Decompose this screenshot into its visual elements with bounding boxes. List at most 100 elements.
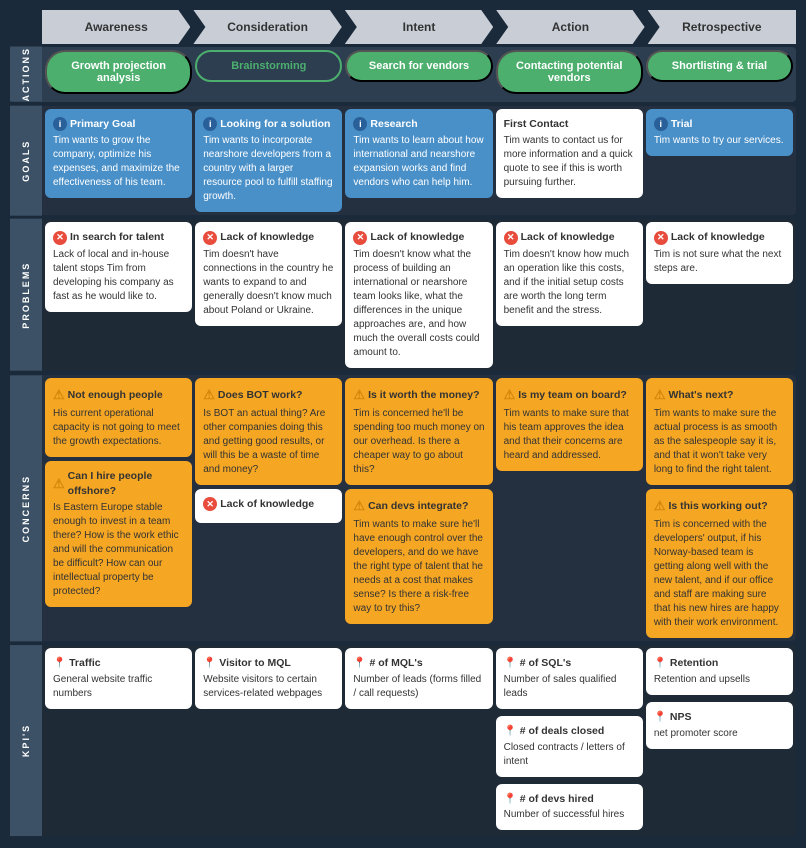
action-btn-1[interactable]: Brainstorming [195, 50, 342, 82]
pin-icon-3-0: 📍 [504, 656, 517, 671]
problems-label: PROBLEMS [10, 219, 42, 371]
goals-card-0: i Primary Goal Tim wants to grow the com… [45, 109, 192, 199]
goals-card-2: i Research Tim wants to learn about how … [345, 109, 492, 199]
concerns-card-0-1-body: Is Eastern Europe stable enough to inves… [53, 501, 184, 599]
concerns-card-4-0-body: Tim wants to make sure the actual proces… [654, 407, 785, 477]
kpis-card-3-0: 📍 # of SQL's Number of sales qualified l… [496, 648, 643, 709]
kpis-card-4-1-body: net promoter score [654, 727, 785, 741]
pin-icon-3-2: 📍 [504, 792, 517, 807]
concerns-col-0: ⚠ Not enough people His current operatio… [45, 378, 192, 638]
stage-retrospective: Retrospective [648, 10, 796, 44]
problems-card-1-title: ✕ Lack of knowledge [203, 230, 334, 245]
kpis-col-2: 📍 # of MQL's Number of leads (forms fill… [345, 648, 492, 833]
kpis-col-4: 📍 Retention Retention and upsells 📍 NPS … [646, 648, 793, 833]
concerns-card-1-1-title: ✕ Lack of knowledge [203, 497, 334, 512]
concerns-card-2-1-title: ⚠ Can devs integrate? [353, 497, 484, 515]
concerns-row: CONCERNS ⚠ Not enough people His current… [10, 375, 796, 641]
problems-card-2: ✕ Lack of knowledge Tim doesn't know wha… [345, 222, 492, 368]
info-icon-1: i [203, 117, 217, 131]
problems-card-3: ✕ Lack of knowledge Tim doesn't know how… [496, 222, 643, 326]
kpis-card-0-0-title: 📍 Traffic [53, 656, 184, 671]
concerns-card-0-0-title: ⚠ Not enough people [53, 386, 184, 404]
action-btn-0[interactable]: Growth projection analysis [45, 50, 192, 94]
goals-col-3: First Contact Tim wants to contact us fo… [496, 109, 643, 213]
goals-card-4-body: Tim wants to try our services. [654, 134, 785, 148]
problems-card-2-title: ✕ Lack of knowledge [353, 230, 484, 245]
action-btn-3[interactable]: Contacting potential vendors [496, 50, 643, 94]
warning-icon-4-1: ⚠ [654, 497, 666, 515]
pin-icon-0-0: 📍 [53, 656, 66, 671]
kpis-card-4-0: 📍 Retention Retention and upsells [646, 648, 793, 695]
kpis-card-1-0: 📍 Visitor to MQL Website visitors to cer… [195, 648, 342, 709]
action-btn-2[interactable]: Search for vendors [345, 50, 492, 82]
stage-awareness: Awareness [42, 10, 190, 44]
concerns-card-2-1-body: Tim wants to make sure he'll have enough… [353, 518, 484, 616]
concerns-card-4-0-title: ⚠ What's next? [654, 386, 785, 404]
problems-card-0-body: Lack of local and in-house talent stops … [53, 248, 184, 304]
problems-card-1: ✕ Lack of knowledge Tim doesn't have con… [195, 222, 342, 326]
kpis-card-2-0-title: 📍 # of MQL's [353, 656, 484, 671]
problems-card-4: ✕ Lack of knowledge Tim is not sure what… [646, 222, 793, 284]
kpis-label: KPI'S [10, 645, 42, 836]
pin-icon-4-1: 📍 [654, 710, 667, 725]
problems-card-2-body: Tim doesn't know what the process of bui… [353, 248, 484, 360]
goals-card-1-body: Tim wants to incorporate nearshore devel… [203, 134, 334, 204]
concerns-card-2-0-body: Tim is concerned he'll be spending too m… [353, 407, 484, 477]
actions-label: ACTIONS [10, 47, 42, 102]
actions-row: ACTIONS Growth projection analysis Brain… [10, 47, 796, 102]
concerns-card-4-1-body: Tim is concerned with the developers' ou… [654, 518, 785, 630]
kpis-card-1-0-body: Website visitors to certain services-rel… [203, 673, 334, 701]
info-icon-4: i [654, 117, 668, 131]
pin-icon-2-0: 📍 [353, 656, 366, 671]
stage-consideration: Consideration [193, 10, 341, 44]
concerns-content: ⚠ Not enough people His current operatio… [42, 375, 796, 641]
main-container: Awareness Consideration Intent Action Re… [0, 0, 806, 848]
kpis-card-3-2: 📍 # of devs hired Number of successful h… [496, 784, 643, 831]
goals-card-4: i Trial Tim wants to try our services. [646, 109, 793, 157]
actions-col-4: Shortlisting & trial [646, 50, 793, 99]
goals-col-0: i Primary Goal Tim wants to grow the com… [45, 109, 192, 213]
actions-col-0: Growth projection analysis [45, 50, 192, 99]
x-icon-1: ✕ [203, 231, 217, 245]
warning-icon-3-0: ⚠ [504, 386, 516, 404]
problems-card-3-title: ✕ Lack of knowledge [504, 230, 635, 245]
kpis-card-3-0-body: Number of sales qualified leads [504, 673, 635, 701]
goals-row: GOALS i Primary Goal Tim wants to grow t… [10, 106, 796, 216]
goals-card-3-body: Tim wants to contact us for more informa… [504, 134, 635, 190]
problems-row: PROBLEMS ✕ In search for talent Lack of … [10, 219, 796, 371]
concerns-label: CONCERNS [10, 375, 42, 641]
concerns-card-3-0-title: ⚠ Is my team on board? [504, 386, 635, 404]
goals-card-2-title: i Research [353, 117, 484, 132]
goals-card-2-body: Tim wants to learn about how internation… [353, 134, 484, 190]
concerns-card-3-0-body: Tim wants to make sure that his team app… [504, 407, 635, 463]
concerns-card-2-0: ⚠ Is it worth the money? Tim is concerne… [345, 378, 492, 485]
goals-col-2: i Research Tim wants to learn about how … [345, 109, 492, 213]
problems-card-1-body: Tim doesn't have connections in the coun… [203, 248, 334, 318]
kpis-card-0-0-body: General website traffic numbers [53, 673, 184, 701]
goals-card-4-title: i Trial [654, 117, 785, 132]
goals-card-0-body: Tim wants to grow the company, optimize … [53, 134, 184, 190]
action-btn-4[interactable]: Shortlisting & trial [646, 50, 793, 82]
goals-content: i Primary Goal Tim wants to grow the com… [42, 106, 796, 216]
goals-col-4: i Trial Tim wants to try our services. [646, 109, 793, 213]
goals-card-3-title: First Contact [504, 117, 635, 132]
actions-col-2: Search for vendors [345, 50, 492, 99]
kpis-card-4-0-body: Retention and upsells [654, 673, 785, 687]
x-icon-concern-1: ✕ [203, 497, 217, 511]
concerns-card-1-1: ✕ Lack of knowledge [195, 489, 342, 523]
goals-label: GOALS [10, 106, 42, 216]
pin-icon-1-0: 📍 [203, 656, 216, 671]
concerns-card-1-0: ⚠ Does BOT work? Is BOT an actual thing?… [195, 378, 342, 485]
kpis-card-3-1-title: 📍 # of deals closed [504, 724, 635, 739]
warning-icon-4-0: ⚠ [654, 386, 666, 404]
problems-content: ✕ In search for talent Lack of local and… [42, 219, 796, 371]
concerns-col-4: ⚠ What's next? Tim wants to make sure th… [646, 378, 793, 638]
stage-headers: Awareness Consideration Intent Action Re… [42, 10, 796, 44]
warning-icon-0-1: ⚠ [53, 475, 65, 493]
x-icon-2: ✕ [353, 231, 367, 245]
goals-card-1-title: i Looking for a solution [203, 117, 334, 132]
kpis-card-3-1-body: Closed contracts / letters of intent [504, 741, 635, 769]
concerns-col-3: ⚠ Is my team on board? Tim wants to make… [496, 378, 643, 638]
kpis-card-4-1-title: 📍 NPS [654, 710, 785, 725]
concerns-card-4-0: ⚠ What's next? Tim wants to make sure th… [646, 378, 793, 485]
